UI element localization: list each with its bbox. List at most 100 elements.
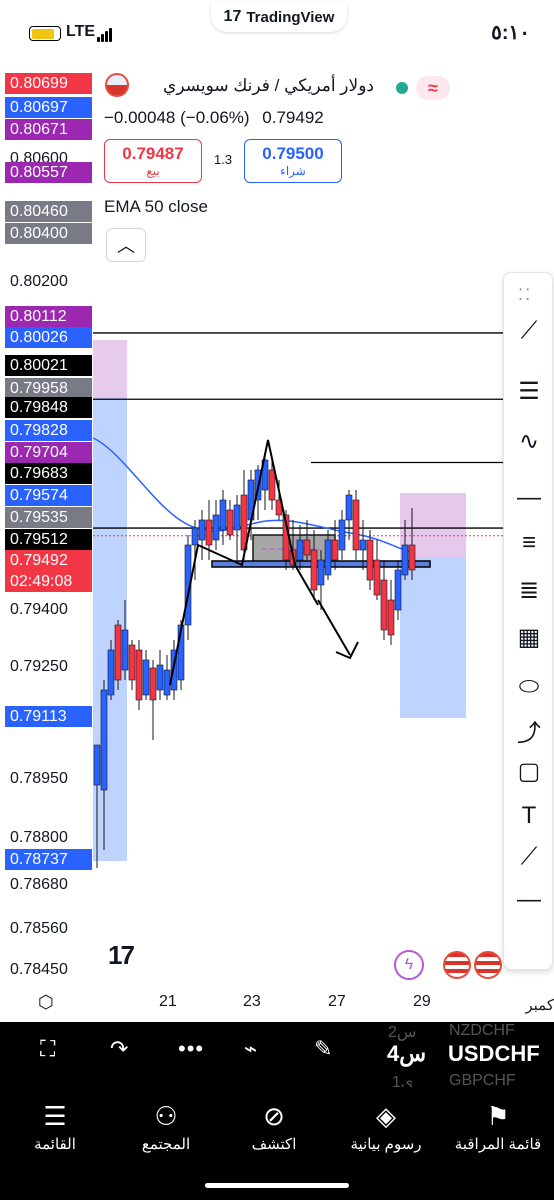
redo-icon[interactable]: ↷ xyxy=(110,1036,128,1062)
candle-body xyxy=(114,624,122,681)
fullscreen-icon[interactable]: ⛶ xyxy=(40,1036,55,1062)
usd-flag-icon[interactable] xyxy=(474,951,502,979)
price-axis-label: 0.78450 xyxy=(10,961,68,978)
drag-handle-icon[interactable]: ⁚⁚ xyxy=(518,285,532,305)
candle-body xyxy=(373,559,381,596)
wave-icon[interactable]: ≈ xyxy=(416,76,450,100)
candle-body xyxy=(345,494,353,521)
tab-explore[interactable]: ⊘ اكتشف xyxy=(224,1101,324,1153)
price-axis-label: 0.80557 xyxy=(5,162,92,183)
price-axis-label: 0.79704 xyxy=(5,442,92,463)
candle-body xyxy=(205,519,213,546)
price-axis-label: 0.79400 xyxy=(10,601,68,618)
interval-scroll-prev: 2س xyxy=(388,1024,417,1041)
candle-body xyxy=(317,559,325,586)
symbol-title[interactable]: دولار أمريكي / فرنك سويسري xyxy=(104,76,374,96)
horizontal-line-icon[interactable]: — xyxy=(504,478,554,518)
price-axis-label: 0.79958 xyxy=(5,378,92,399)
patterns-icon[interactable]: ∿ xyxy=(504,421,554,461)
rectangle-icon[interactable]: ▢ xyxy=(504,751,554,791)
candle-body xyxy=(366,539,374,581)
candle-body xyxy=(387,599,395,636)
price-axis-label: 02:49:08 xyxy=(5,571,92,592)
tab-community[interactable]: ⚇ المجتمع xyxy=(116,1101,216,1153)
settings-hex-icon[interactable]: ⬡ xyxy=(38,992,54,1013)
chevron-up-icon[interactable]: ︿ xyxy=(106,228,146,262)
drawings-icon[interactable]: ⌁ xyxy=(244,1036,257,1062)
tradingview-watermark-icon: 17 xyxy=(108,940,135,970)
tab-charts[interactable]: ◈ رسوم بيانية xyxy=(336,1101,436,1153)
candle-body xyxy=(359,539,367,551)
indicator-legend[interactable]: EMA 50 close xyxy=(104,197,208,217)
price-axis-label: 0.80021 xyxy=(5,355,92,376)
explore-icon: ⊘ xyxy=(263,1101,285,1131)
candle-body xyxy=(338,519,346,551)
candle-body xyxy=(233,504,241,531)
month-label: كمبر xyxy=(525,997,554,1014)
x-label: 23 xyxy=(243,993,261,1010)
x-label: 27 xyxy=(328,993,346,1010)
candle-body xyxy=(100,689,108,791)
market-open-dot xyxy=(396,82,408,94)
symbol-selector[interactable]: USDCHF xyxy=(448,1041,540,1067)
x-label: 21 xyxy=(159,993,177,1010)
more-icon[interactable]: ••• xyxy=(178,1036,204,1062)
path-icon[interactable]: ⤴ xyxy=(504,710,554,750)
price-axis-label: 0.79574 xyxy=(5,485,92,506)
tab-watchlist[interactable]: ⚑ قائمة المراقبة xyxy=(448,1101,548,1153)
price-axis-label: 0.80697 xyxy=(5,97,92,118)
brush-icon[interactable]: ✎ xyxy=(314,1036,332,1062)
fib-lines-icon[interactable]: ≡ xyxy=(504,523,554,563)
price-axis-label: 0.80200 xyxy=(10,273,68,290)
change-value: −0.00048 (−0.06%) xyxy=(104,108,250,127)
menu-icon: ☰ xyxy=(43,1101,67,1131)
usd-flag-icon[interactable] xyxy=(443,951,471,979)
tab-label: قائمة المراقبة xyxy=(454,1136,542,1153)
trend-line-icon[interactable]: ⟋ xyxy=(504,837,554,877)
price-axis-label: 0.80460 xyxy=(5,201,92,222)
candle-body xyxy=(310,549,318,591)
buy-button[interactable]: 0.79500 شراء xyxy=(244,139,342,183)
candle-body xyxy=(380,579,388,631)
price-axis-label: 0.80400 xyxy=(5,223,92,244)
candle-body xyxy=(121,629,129,671)
stop-zone xyxy=(93,397,127,861)
target-zone xyxy=(93,340,127,397)
price-change: −0.00048 (−0.06%) 0.79492 xyxy=(104,108,324,128)
ellipse-icon[interactable]: ⬭ xyxy=(504,667,554,707)
candle-body xyxy=(296,539,304,561)
spread: 1.3 xyxy=(214,152,233,167)
fib-retracement-icon[interactable]: ☰ xyxy=(504,371,554,411)
price-axis-label: 0.79492 xyxy=(5,550,92,571)
price-axis-label: 0.78560 xyxy=(10,920,68,937)
price-axis-label: 0.79250 xyxy=(10,658,68,675)
candle-body xyxy=(352,499,360,551)
x-label: 29 xyxy=(413,993,431,1010)
price-axis-label: 0.78800 xyxy=(10,829,68,846)
tab-label: القائمة xyxy=(34,1136,76,1153)
candle-body xyxy=(401,544,409,576)
community-icon: ⚇ xyxy=(154,1101,178,1131)
arrow-line xyxy=(317,599,351,656)
last-price: 0.79492 xyxy=(262,108,324,127)
lightning-icon[interactable]: ϟ xyxy=(394,950,424,980)
interval-selector[interactable]: 4س xyxy=(387,1041,426,1067)
symbol-scroll-prev: NZDCHF xyxy=(449,1022,515,1039)
sell-label: بيع xyxy=(146,164,160,178)
tab-menu[interactable]: ☰ القائمة xyxy=(5,1101,105,1153)
app-root: 17 TradingView LTE ٥:١٠ 0.80699 0.80697 0.… xyxy=(0,0,554,1200)
price-axis-label: 0.79113 xyxy=(5,706,92,727)
sell-button[interactable]: 0.79487 بيع xyxy=(104,139,202,183)
candle-body xyxy=(198,519,206,541)
candle-body xyxy=(219,499,227,531)
price-axis-label: 0.79512 xyxy=(5,529,92,550)
ray-icon[interactable]: — xyxy=(504,880,554,920)
bottom-toolbar: NZDCHF 2س ⛶ ↷ ••• ⌁ ✎ 4س USDCHF GBPCHF 1… xyxy=(0,1022,554,1091)
price-axis-label: 0.80671 xyxy=(5,119,92,140)
gann-icon[interactable]: ▦ xyxy=(504,617,554,657)
candle-body xyxy=(191,527,199,546)
parallel-lines-icon[interactable]: ≣ xyxy=(504,570,554,610)
price-axis-label: 0.79828 xyxy=(5,420,92,441)
trend-lines-icon[interactable]: ⟋ xyxy=(504,311,554,351)
text-icon[interactable]: T xyxy=(504,796,554,836)
